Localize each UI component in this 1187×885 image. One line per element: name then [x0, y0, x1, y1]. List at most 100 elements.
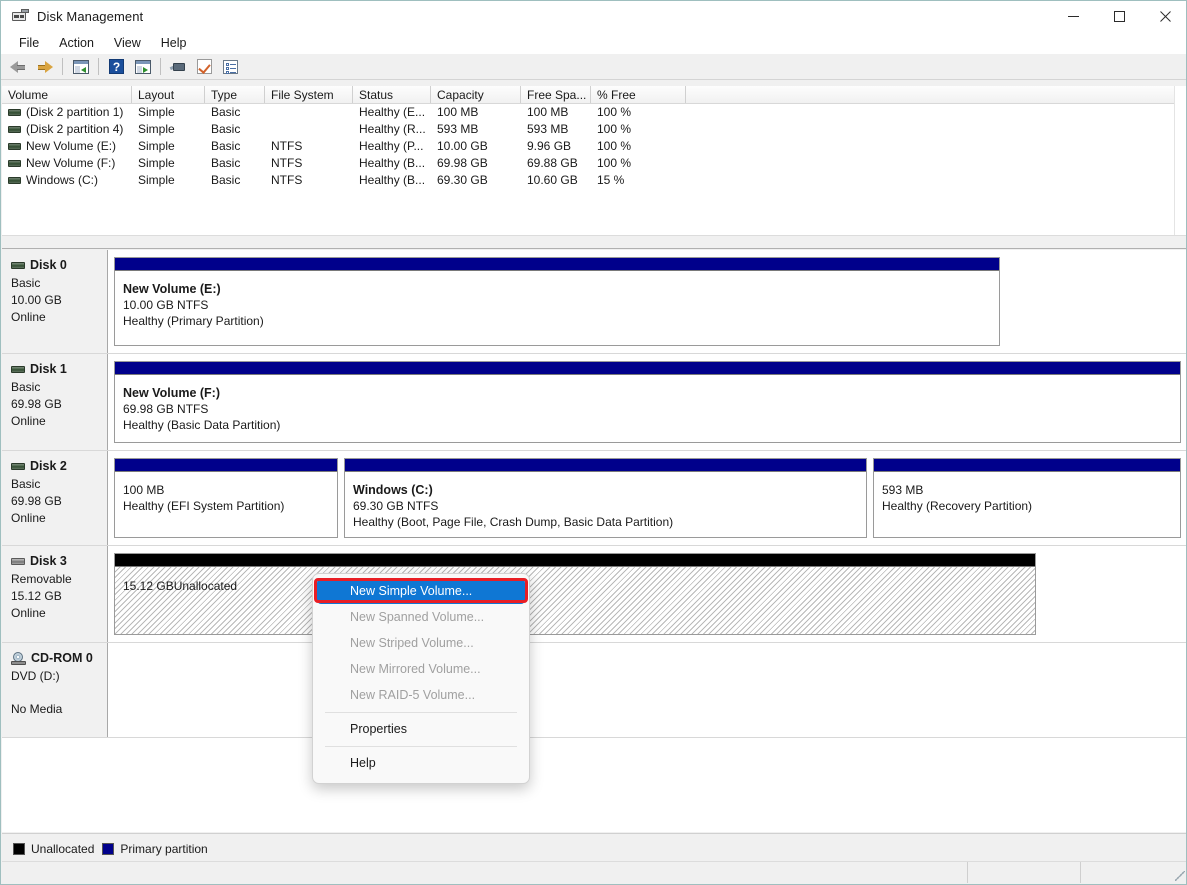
forward-arrow-icon[interactable]: [32, 55, 57, 78]
volume-row[interactable]: New Volume (F:)SimpleBasicNTFSHealthy (B…: [2, 155, 1187, 172]
column-header[interactable]: Status: [353, 86, 431, 103]
cell-layout: Simple: [132, 138, 205, 155]
rescan-disks-icon[interactable]: [166, 55, 191, 78]
disk-info-disk-2[interactable]: Disk 2Basic69.98 GBOnline: [2, 451, 108, 545]
back-arrow-icon[interactable]: [6, 55, 31, 78]
toolbar-separator: [160, 58, 161, 75]
volume-row[interactable]: (Disk 2 partition 4)SimpleBasicHealthy (…: [2, 121, 1187, 138]
partition-color-bar: [874, 459, 1180, 472]
disk-info-disk-3[interactable]: Disk 3Removable15.12 GBOnline: [2, 546, 108, 642]
show-hide-console-tree-icon[interactable]: [68, 55, 93, 78]
partition[interactable]: 100 MBHealthy (EFI System Partition): [114, 458, 338, 538]
cell-layout: Simple: [132, 104, 205, 121]
partition-area: [108, 643, 1187, 737]
status-bar: [2, 861, 1187, 883]
column-header[interactable]: % Free: [591, 86, 686, 103]
partition[interactable]: New Volume (E:)10.00 GB NTFSHealthy (Pri…: [114, 257, 1000, 346]
partition-line2: Healthy (Recovery Partition): [882, 498, 1180, 514]
properties-icon[interactable]: [192, 55, 217, 78]
disk-row[interactable]: Disk 3Removable15.12 GBOnline15.12 GBUna…: [2, 546, 1187, 643]
menu-item-new-mirrored-volume: New Mirrored Volume...: [317, 657, 525, 682]
cell-type: Basic: [205, 155, 265, 172]
menu-item-properties[interactable]: Properties: [317, 717, 525, 742]
column-header[interactable]: Volume: [2, 86, 132, 103]
cell-percent-free: 100 %: [591, 155, 686, 172]
partition[interactable]: Windows (C:)69.30 GB NTFSHealthy (Boot, …: [344, 458, 867, 538]
partition-body: Windows (C:)69.30 GB NTFSHealthy (Boot, …: [345, 472, 866, 537]
menu-help[interactable]: Help: [151, 34, 197, 52]
disk-icon: [11, 366, 25, 373]
disk-management-window: Disk Management File Action View Help: [0, 0, 1187, 885]
cell-free-space: 10.60 GB: [521, 172, 591, 189]
volume-row[interactable]: New Volume (E:)SimpleBasicNTFSHealthy (P…: [2, 138, 1187, 155]
menu-item-new-simple-volume[interactable]: New Simple Volume...: [317, 579, 525, 604]
help-icon[interactable]: ?: [104, 55, 129, 78]
cell-percent-free: 15 %: [591, 172, 686, 189]
cell-layout: Simple: [132, 155, 205, 172]
disk-info-cdrom-0[interactable]: CD-ROM 0DVD (D:)No Media: [2, 643, 108, 737]
disk-row[interactable]: CD-ROM 0DVD (D:)No Media: [2, 643, 1187, 738]
volume-list-rows: (Disk 2 partition 1)SimpleBasicHealthy (…: [2, 104, 1187, 189]
menu-view[interactable]: View: [104, 34, 151, 52]
partition-body: New Volume (E:)10.00 GB NTFSHealthy (Pri…: [115, 271, 999, 345]
volume-cell: (Disk 2 partition 1): [2, 104, 132, 121]
status-pane-2: [968, 862, 1081, 883]
disk-icon: [11, 262, 25, 269]
cell-status: Healthy (E...: [353, 104, 431, 121]
partition[interactable]: New Volume (F:)69.98 GB NTFSHealthy (Bas…: [114, 361, 1181, 443]
menu-action[interactable]: Action: [49, 34, 104, 52]
show-hide-action-pane-icon[interactable]: [130, 55, 155, 78]
volume-list-panel: VolumeLayoutTypeFile SystemStatusCapacit…: [2, 86, 1187, 249]
resize-grip[interactable]: [1175, 871, 1185, 881]
volume-list-vertical-scrollbar[interactable]: [1174, 86, 1187, 248]
cell-status: Healthy (R...: [353, 121, 431, 138]
disk-row[interactable]: Disk 1Basic69.98 GBOnlineNew Volume (F:)…: [2, 354, 1187, 451]
disk-row[interactable]: Disk 2Basic69.98 GBOnline100 MBHealthy (…: [2, 451, 1187, 546]
volume-row[interactable]: Windows (C:)SimpleBasicNTFSHealthy (B...…: [2, 172, 1187, 189]
volume-icon: [8, 143, 21, 150]
column-header[interactable]: Layout: [132, 86, 205, 103]
disk-graphic-view: Disk 0Basic10.00 GBOnlineNew Volume (E:)…: [2, 250, 1187, 832]
status-pane-1: [2, 862, 968, 883]
disk-name: Disk 0: [30, 258, 67, 272]
column-header[interactable]: Free Spa...: [521, 86, 591, 103]
partition-name: New Volume (F:): [123, 385, 1180, 401]
disk-icon: [11, 463, 25, 470]
menu-file[interactable]: File: [9, 34, 49, 52]
partition[interactable]: 15.12 GBUnallocated: [114, 553, 1036, 635]
cell-status: Healthy (P...: [353, 138, 431, 155]
disk-title: Disk 3: [11, 554, 107, 568]
disk-name: Disk 2: [30, 459, 67, 473]
menu-item-help[interactable]: Help: [317, 751, 525, 776]
disk-state: Online: [11, 309, 107, 326]
disk-info-disk-0[interactable]: Disk 0Basic10.00 GBOnline: [2, 250, 108, 353]
cell-layout: Simple: [132, 121, 205, 138]
partition-body: 593 MBHealthy (Recovery Partition): [874, 472, 1180, 537]
column-header[interactable]: Type: [205, 86, 265, 103]
volume-list-horizontal-scrollbar[interactable]: [2, 235, 1187, 248]
disk-size: 69.98 GB: [11, 493, 107, 510]
status-pane-3: [1081, 862, 1185, 883]
disk-type: Removable: [11, 571, 107, 588]
volume-icon: [8, 177, 21, 184]
list-view-icon[interactable]: [218, 55, 243, 78]
partition[interactable]: 593 MBHealthy (Recovery Partition): [873, 458, 1181, 538]
disk-row[interactable]: Disk 0Basic10.00 GBOnlineNew Volume (E:)…: [2, 250, 1187, 354]
maximize-button[interactable]: [1096, 1, 1142, 32]
cell-type: Basic: [205, 121, 265, 138]
partition-color-bar: [115, 554, 1035, 567]
volume-row[interactable]: (Disk 2 partition 1)SimpleBasicHealthy (…: [2, 104, 1187, 121]
disk-info-disk-1[interactable]: Disk 1Basic69.98 GBOnline: [2, 354, 108, 450]
volume-name: (Disk 2 partition 1): [26, 104, 123, 121]
cell-free-space: 69.88 GB: [521, 155, 591, 172]
column-header[interactable]: File System: [265, 86, 353, 103]
disk-size: 10.00 GB: [11, 292, 107, 309]
legend-swatch-primary: [102, 843, 114, 855]
column-header[interactable]: Capacity: [431, 86, 521, 103]
close-button[interactable]: [1142, 1, 1187, 32]
removable-disk-icon: [11, 558, 25, 565]
disk-name: Disk 3: [30, 554, 67, 568]
cell-free-space: 100 MB: [521, 104, 591, 121]
volume-icon: [8, 160, 21, 167]
minimize-button[interactable]: [1050, 1, 1096, 32]
